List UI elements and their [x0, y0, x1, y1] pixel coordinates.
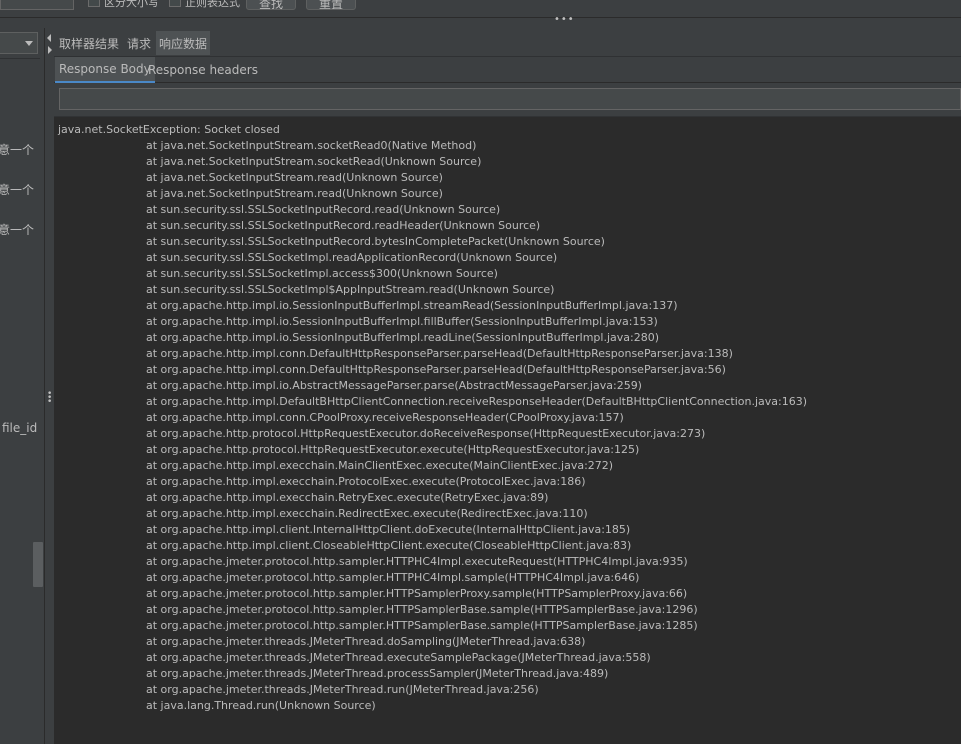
left-scrollbar-thumb[interactable] — [33, 542, 43, 587]
tab-request[interactable]: 请求 — [124, 31, 154, 55]
stack-frame-line: at sun.security.ssl.SSLSocketInputRecord… — [146, 235, 605, 248]
horizontal-splitter[interactable]: ••• — [0, 14, 961, 27]
tree-item[interactable]: 意一个 — [0, 181, 34, 198]
stack-frame-line: at java.net.SocketInputStream.read(Unkno… — [146, 171, 443, 184]
stack-frame-line: at java.lang.Thread.run(Unknown Source) — [146, 699, 376, 712]
vertical-splitter[interactable]: • • • — [44, 28, 54, 744]
tab-response-headers[interactable]: Response headers — [144, 57, 262, 83]
reset-button[interactable]: 重置 — [306, 0, 356, 11]
splitter-grip-icon: ••• — [554, 14, 575, 25]
stack-frame-line: at org.apache.http.impl.execchain.RetryE… — [146, 491, 549, 504]
expand-right-icon[interactable] — [48, 46, 52, 54]
stack-frame-line: at org.apache.http.impl.execchain.Redire… — [146, 507, 588, 520]
result-tabs: 取样器结果 请求 响应数据 — [54, 28, 961, 57]
stack-frame-line: at sun.security.ssl.SSLSocketInputRecord… — [146, 219, 541, 232]
chevron-down-icon — [25, 41, 33, 46]
stack-frame-line: at org.apache.http.impl.io.AbstractMessa… — [146, 379, 642, 392]
stack-frame-line: at org.apache.http.impl.conn.DefaultHttp… — [146, 347, 733, 360]
stack-frame-line: at org.apache.http.impl.io.SessionInputB… — [146, 315, 658, 328]
regex-label: 正则表达式 — [185, 0, 240, 9]
results-tree[interactable]: 意一个 意一个 意一个 file_id — [0, 58, 40, 744]
response-search-input[interactable] — [59, 88, 961, 110]
stack-frame-line: at org.apache.http.impl.io.SessionInputB… — [146, 299, 678, 312]
tab-response-data[interactable]: 响应数据 — [156, 31, 211, 55]
stack-frame-line: at org.apache.http.protocol.HttpRequestE… — [146, 443, 640, 456]
stack-frame-line: at org.apache.jmeter.protocol.http.sampl… — [146, 603, 698, 616]
stack-frame-line: at org.apache.http.impl.io.SessionInputB… — [146, 331, 660, 344]
stack-frame-line: at org.apache.http.impl.client.Closeable… — [146, 539, 632, 552]
stack-frame-line: at org.apache.jmeter.protocol.http.sampl… — [146, 571, 640, 584]
collapse-left-icon[interactable] — [47, 34, 51, 42]
left-panel: 意一个 意一个 意一个 file_id — [0, 28, 44, 744]
stack-frame-line: at org.apache.http.impl.client.InternalH… — [146, 523, 631, 536]
tab-response-body[interactable]: Response Body — [55, 57, 155, 83]
stack-frame-line: at java.net.SocketInputStream.socketRead… — [146, 139, 477, 152]
stack-frame-line: at sun.security.ssl.SSLSocketImpl.readAp… — [146, 251, 558, 264]
toolbar-search-input[interactable] — [0, 0, 74, 10]
exception-line: java.net.SocketException: Socket closed — [58, 123, 280, 136]
stack-frame-line: at org.apache.jmeter.threads.JMeterThrea… — [146, 667, 609, 680]
stack-frame-line: at java.net.SocketInputStream.socketRead… — [146, 155, 482, 168]
stack-frame-line: at org.apache.jmeter.protocol.http.sampl… — [146, 587, 688, 600]
stack-trace: at java.net.SocketInputStream.socketRead… — [58, 138, 961, 714]
stack-frame-line: at org.apache.jmeter.threads.JMeterThrea… — [146, 683, 539, 696]
splitter-grip-icon: ••• — [47, 389, 53, 407]
left-dropdown[interactable] — [0, 32, 38, 54]
response-body-text[interactable]: java.net.SocketException: Socket closed … — [54, 116, 961, 744]
tree-item[interactable]: 意一个 — [0, 221, 34, 238]
stack-frame-line: at sun.security.ssl.SSLSocketImpl$AppInp… — [146, 283, 555, 296]
case-sensitive-checkbox[interactable] — [88, 0, 100, 7]
stack-frame-line: at org.apache.http.impl.execchain.Protoc… — [146, 475, 586, 488]
tab-sampler-result[interactable]: 取样器结果 — [56, 31, 122, 55]
search-toolbar: 区分大小写 正则表达式 查找 重置 — [0, 0, 961, 12]
tree-item[interactable]: 意一个 — [0, 141, 34, 158]
stack-frame-line: at org.apache.http.impl.conn.DefaultHttp… — [146, 363, 726, 376]
tree-item[interactable]: file_id — [2, 421, 37, 435]
find-button[interactable]: 查找 — [246, 0, 296, 11]
response-subtabs: Response Body Response headers — [54, 57, 961, 83]
result-detail-panel: 取样器结果 请求 响应数据 Response Body Response hea… — [54, 28, 961, 744]
stack-frame-line: at org.apache.jmeter.threads.JMeterThrea… — [146, 651, 651, 664]
stack-frame-line: at sun.security.ssl.SSLSocketImpl.access… — [146, 267, 498, 280]
stack-frame-line: at org.apache.http.impl.conn.CPoolProxy.… — [146, 411, 624, 424]
stack-frame-line: at org.apache.http.protocol.HttpRequestE… — [146, 427, 706, 440]
stack-frame-line: at org.apache.http.impl.execchain.MainCl… — [146, 459, 614, 472]
stack-frame-line: at sun.security.ssl.SSLSocketInputRecord… — [146, 203, 501, 216]
stack-frame-line: at org.apache.jmeter.protocol.http.sampl… — [146, 619, 698, 632]
stack-frame-line: at org.apache.jmeter.protocol.http.sampl… — [146, 555, 688, 568]
stack-frame-line: at java.net.SocketInputStream.read(Unkno… — [146, 187, 443, 200]
stack-frame-line: at org.apache.http.impl.DefaultBHttpClie… — [146, 395, 808, 408]
case-sensitive-label: 区分大小写 — [104, 0, 159, 9]
stack-frame-line: at org.apache.jmeter.threads.JMeterThrea… — [146, 635, 586, 648]
regex-checkbox[interactable] — [169, 0, 181, 7]
